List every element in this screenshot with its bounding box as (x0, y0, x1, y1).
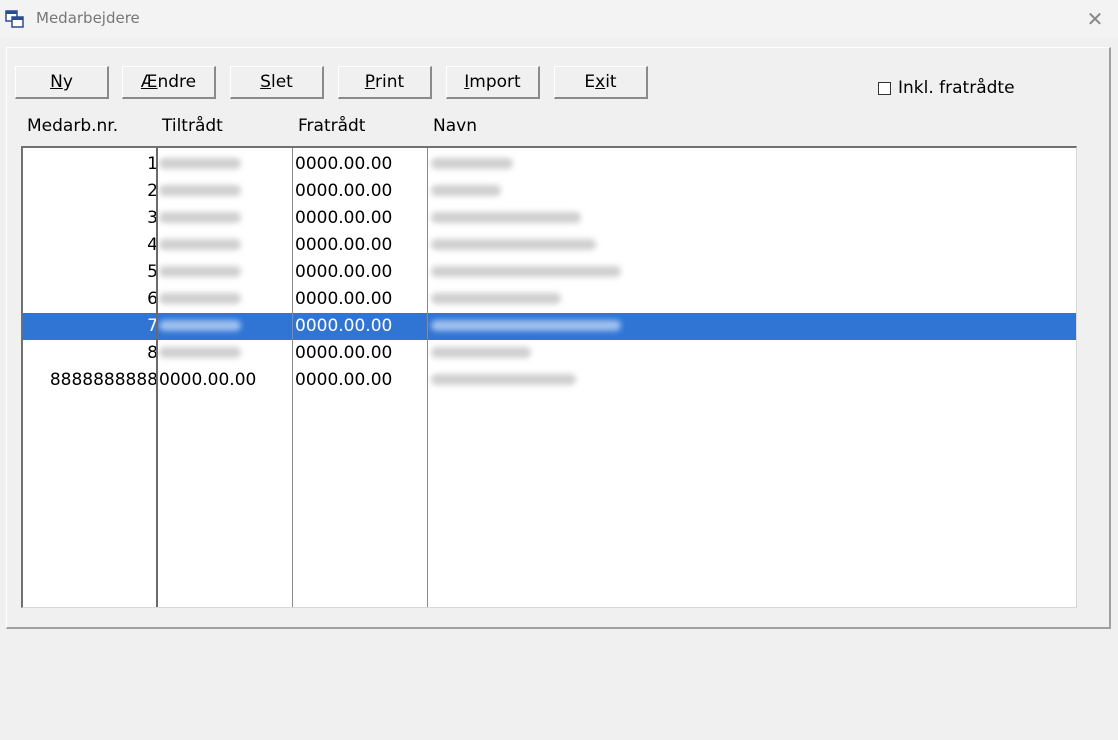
cell-tiltraadt (159, 262, 241, 282)
cell-tiltraadt (159, 343, 241, 363)
ny-button[interactable]: Ny (15, 66, 109, 99)
cell-fratraadt: 0000.00.00 (295, 154, 393, 174)
cell-tiltraadt (159, 154, 241, 174)
column-header-navn[interactable]: Navn (433, 116, 477, 136)
table-row[interactable]: 7 0000.00.00 (23, 313, 1076, 340)
slet-button[interactable]: Slet (230, 66, 324, 99)
column-divider (292, 148, 293, 607)
table-row[interactable]: 4 0000.00.00 (23, 232, 1076, 259)
cell-navn (431, 235, 596, 255)
redacted-value (431, 374, 576, 385)
redacted-value (431, 212, 581, 223)
redacted-value (159, 293, 241, 304)
redacted-value (159, 212, 241, 223)
cell-tiltraadt (159, 208, 241, 228)
cell-tiltraadt (159, 316, 241, 336)
title-bar: Medarbejdere ✕ (0, 0, 1118, 38)
employee-list[interactable]: 1 0000.00.00 2 0000.00.00 3 0000.00.00 4 0000.0… (21, 146, 1077, 608)
cell-navn (431, 316, 621, 336)
table-row[interactable]: 1 0000.00.00 (23, 151, 1076, 178)
table-row[interactable]: 3 0000.00.00 (23, 205, 1076, 232)
table-row[interactable]: 2 0000.00.00 (23, 178, 1076, 205)
cell-fratraadt: 0000.00.00 (295, 289, 393, 309)
redacted-value (431, 293, 561, 304)
redacted-value (159, 320, 241, 331)
cell-navn (431, 181, 501, 201)
redacted-value (431, 185, 501, 196)
main-panel: Ny Ændre Slet Print Import Ex it Inkl. fr… (6, 47, 1111, 629)
column-divider (427, 148, 428, 607)
checkbox-box[interactable] (878, 81, 891, 95)
redacted-value (431, 347, 531, 358)
cell-navn (431, 343, 531, 363)
cell-tiltraadt: 0000.00.00 (159, 370, 257, 390)
cell-tiltraadt (159, 181, 241, 201)
column-divider (156, 148, 158, 607)
redacted-value (159, 185, 241, 196)
aendre-button[interactable]: Ændre (122, 66, 216, 99)
column-header-medarb-nr[interactable]: Medarb.nr. (27, 116, 118, 136)
cell-fratraadt: 0000.00.00 (295, 181, 393, 201)
cell-fratraadt: 0000.00.00 (295, 370, 393, 390)
window-title: Medarbejdere (36, 9, 140, 27)
cell-fratraadt: 0000.00.00 (295, 262, 393, 282)
table-row[interactable]: 5 0000.00.00 (23, 259, 1076, 286)
table-row[interactable]: 8 0000.00.00 (23, 340, 1076, 367)
redacted-value (159, 239, 241, 250)
redacted-value (431, 320, 621, 331)
cell-fratraadt: 0000.00.00 (295, 343, 393, 363)
redacted-value (431, 266, 621, 277)
cell-fratraadt: 0000.00.00 (295, 235, 393, 255)
exit-button[interactable]: Ex it (554, 66, 648, 99)
cell-navn (431, 289, 561, 309)
cell-fratraadt: 0000.00.00 (295, 208, 393, 228)
cell-navn (431, 154, 513, 174)
redacted-value (159, 266, 241, 277)
cell-tiltraadt (159, 235, 241, 255)
column-header-tiltraadt[interactable]: Tiltrådt (162, 116, 223, 136)
redacted-value (431, 158, 513, 169)
table-row[interactable]: 6 0000.00.00 (23, 286, 1076, 313)
cell-navn (431, 208, 581, 228)
cell-medarb-nr: 8888888888 (49, 370, 158, 390)
redacted-value (431, 239, 596, 250)
checkbox-label: Inkl. fratrådte (898, 78, 1015, 98)
include-resigned-checkbox[interactable]: Inkl. fratrådte (878, 78, 1015, 98)
print-button[interactable]: Print (338, 66, 432, 99)
cell-navn (431, 262, 621, 282)
redacted-value (159, 158, 241, 169)
redacted-value (159, 347, 241, 358)
close-icon: ✕ (1086, 7, 1104, 31)
column-header-fratraadt[interactable]: Fratrådt (298, 116, 365, 136)
cell-fratraadt: 0000.00.00 (295, 316, 393, 336)
import-button[interactable]: Import (446, 66, 540, 99)
cell-tiltraadt (159, 289, 241, 309)
app-window-icon (5, 10, 24, 28)
close-button[interactable]: ✕ (1072, 0, 1118, 38)
cell-navn (431, 370, 576, 390)
table-row[interactable]: 8888888888 0000.00.00 0000.00.00 (23, 367, 1076, 394)
